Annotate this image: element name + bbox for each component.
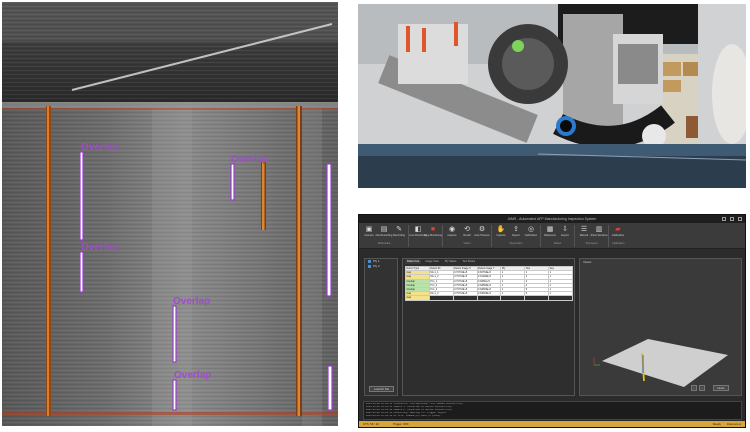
file-icon: ▤: [380, 226, 388, 233]
afp-robot-photo: [358, 4, 746, 188]
calibration-button[interactable]: ▰ Calibration: [612, 226, 624, 240]
stop-icon: ■: [430, 226, 436, 233]
export-icon: ⇩: [562, 226, 568, 233]
close-icon[interactable]: [738, 217, 742, 221]
calibration-icon: ◎: [527, 226, 535, 233]
log-line: 2024-04-02 16:22:14 NC File: Loaded ply …: [366, 414, 442, 417]
calibration-icon: ▰: [615, 226, 621, 233]
status-right: Ready Inference ●: [713, 422, 741, 426]
viewer-label: Viewer: [583, 260, 592, 264]
defect-export-button[interactable]: ⇩ Export: [559, 226, 571, 240]
window-controls: [722, 217, 742, 221]
maximize-icon[interactable]: [730, 217, 734, 221]
table-row[interactable]: Gap Mn-1_4 0.70734E+5 0.33204E+5 1 7 1: [405, 295, 573, 301]
recording-button[interactable]: ✎ Recording: [393, 226, 405, 240]
log-console: 2024-04-02 16:22:11 Initialize: Configur…: [363, 401, 742, 420]
export-icon: ⇪: [513, 226, 519, 233]
laminate-plate: [602, 339, 728, 387]
ribbon-group-calibration: ▰ Calibration Calibration: [611, 226, 625, 245]
gap-marker-1: [46, 106, 51, 416]
overlap-label-1: Overlap: [81, 142, 118, 153]
camera-button[interactable]: ▣ Camera: [363, 226, 375, 240]
tab-image-view[interactable]: Image View: [423, 259, 441, 264]
tab-strip: Defect List Image View Ply Status Tow St…: [403, 259, 574, 264]
status-inference: Inference ●: [726, 422, 741, 426]
defect-reference-button[interactable]: ▦ Reference: [544, 226, 556, 240]
reference-icon: ▦: [546, 226, 554, 233]
overlap-label-5: Overlap: [174, 370, 211, 381]
ribbon-group-tool-layout: ☰ Manual ▥ Show Sections Tool layout: [578, 225, 609, 247]
3d-viewer[interactable]: Viewer ‹ › Home: [579, 258, 742, 396]
ribbon-group-dependent: ✋ Capture ⇪ Export ◎ Calibration Dependent: [495, 225, 541, 247]
overlap-label-4: Overlap: [173, 296, 210, 307]
tab-ply-status[interactable]: Ply Status: [443, 259, 459, 264]
capture-icon: ◉: [448, 226, 456, 233]
ribbon-group-vision: ◉ Capture ⟲ Recall ⚙ Auto Process Vision: [446, 225, 492, 247]
status-ready: Ready: [712, 422, 721, 426]
ribbon-group-monitoring: ◧ Live Monitoring ■ Stop Monitoring: [409, 225, 443, 247]
stop-monitoring-button[interactable]: ■ Stop Monitoring: [424, 226, 442, 240]
status-cts: CTS: 5F / 22: [363, 422, 379, 426]
defect-table: Defect Type Defect ID Defect Image X Def…: [405, 265, 573, 301]
photo-illustration: [358, 4, 746, 188]
recall-icon: ⟲: [464, 226, 470, 233]
table-cell: Mn-1_4: [428, 295, 454, 301]
ribbon-group-defect: ▦ Reference ⇩ Export Defect: [544, 225, 575, 247]
table-cell: 0.70734E+5: [452, 295, 478, 301]
table-cell: Gap: [405, 295, 430, 301]
tow-scan-image: Overlap Overlap Overlap Overlap Overlap: [2, 2, 338, 426]
show-sections-button[interactable]: ▥ Show Sections: [590, 226, 607, 240]
table-cell: 1: [500, 295, 526, 301]
scan-canvas: Overlap Overlap Overlap Overlap Overlap: [2, 2, 338, 426]
load-nc-file-button[interactable]: Load NC File: [369, 386, 394, 392]
tab-tow-status[interactable]: Tow Status: [460, 259, 477, 264]
overlap-marker-7: [327, 365, 333, 411]
record-icon: ✎: [396, 226, 402, 233]
inspection-app-window: AIMS - Automated AFP Manufacturing Inspe…: [358, 214, 746, 428]
manual-icon: ☰: [580, 226, 588, 233]
sections-icon: ▥: [595, 226, 603, 233]
hand-icon: ✋: [496, 226, 506, 233]
status-trigger: Trigger: OFF: [392, 422, 409, 426]
auto-process-button[interactable]: ⚙ Auto Process: [474, 226, 489, 240]
table-cell: 1: [548, 295, 573, 301]
tab-defect-list[interactable]: Defect List: [405, 259, 422, 264]
gap-marker-2: [296, 106, 302, 416]
camera-icon: ▣: [365, 226, 373, 233]
dependent-export-button[interactable]: ⇪ Export: [510, 226, 522, 240]
dependent-calibration-button[interactable]: ◎ Calibration: [525, 226, 537, 240]
live-monitoring-button[interactable]: ◧ Live Monitoring: [409, 226, 427, 240]
defect-list-pane: Defect List Image View Ply Status Tow St…: [402, 258, 575, 396]
checkbox-icon[interactable]: [368, 260, 371, 263]
dependent-capture-button[interactable]: ✋ Capture: [495, 226, 507, 240]
status-bar: CTS: 5F / 22 Trigger: OFF Ready Inferenc…: [359, 421, 745, 427]
app-title: AIMS - Automated AFP Manufacturing Inspe…: [507, 217, 597, 221]
overlap-label-3: Overlap: [231, 154, 268, 165]
ribbon-toolbar: ▣ Camera ▤ File Recording ✎ Recording Multi…: [359, 223, 745, 249]
ply-tree-pane: Ply 1 Ply 2 Load NC File: [364, 258, 398, 396]
monitor-icon: ◧: [414, 226, 422, 233]
checkbox-icon[interactable]: [368, 265, 371, 268]
ribbon-group-multimedia: ▣ Camera ▤ File Recording ✎ Recording Multi…: [363, 225, 409, 247]
vision-recall-button[interactable]: ⟲ Recall: [461, 226, 473, 240]
home-button[interactable]: Home: [713, 385, 729, 391]
viewer-scene: [593, 339, 728, 387]
table-body: Gap Mn-1_1 0.70734E+5 0.30734E+5 1 1 1 Gap Mn-1_…: [405, 270, 573, 301]
composite-figure: Overlap Overlap Overlap Overlap Overlap: [0, 0, 750, 432]
gap-marker-3: [261, 162, 266, 230]
manual-button[interactable]: ☰ Manual: [578, 226, 590, 240]
prev-button[interactable]: ‹: [691, 385, 697, 391]
table-cell: 7: [524, 295, 550, 301]
title-bar: AIMS - Automated AFP Manufacturing Inspe…: [359, 215, 745, 223]
file-recording-button[interactable]: ▤ File Recording: [376, 226, 393, 240]
tree-item-ply-2[interactable]: Ply 2: [365, 264, 397, 269]
process-icon: ⚙: [478, 226, 486, 233]
table-cell: 0.33204E+5: [476, 295, 502, 301]
vision-capture-button[interactable]: ◉ Capture: [446, 226, 458, 240]
overlap-marker-6: [326, 163, 332, 297]
overlap-label-2: Overlap: [81, 242, 118, 253]
next-button[interactable]: ›: [699, 385, 705, 391]
minimize-icon[interactable]: [722, 217, 726, 221]
